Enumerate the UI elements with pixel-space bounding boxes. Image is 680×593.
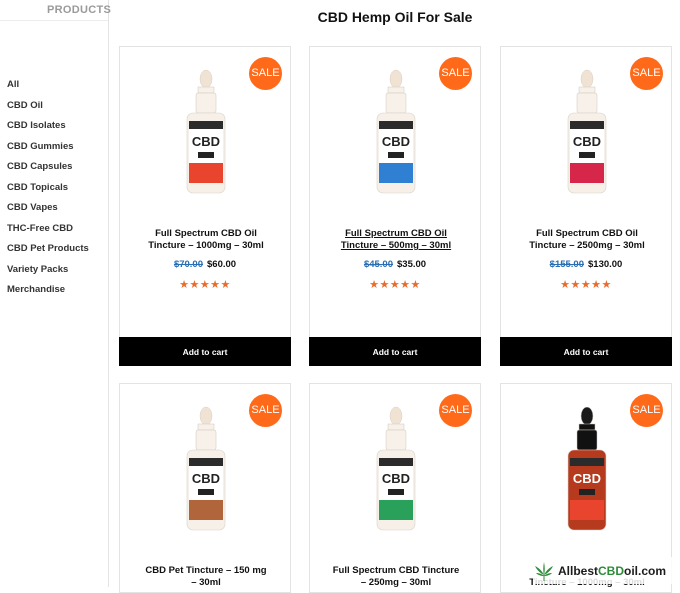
old-price: $45.00 [363, 259, 393, 270]
star-rating: ★★★★★ [369, 279, 421, 291]
bottle-icon: CBD [376, 406, 416, 531]
add-to-cart-button[interactable]: Add to cart [309, 337, 481, 366]
old-price: $70.00 [173, 259, 203, 270]
product-card[interactable]: SALE CBD CBD Pet Tincture – 150 mg – 30m… [119, 383, 291, 593]
category-list: All CBD Oil CBD Isolates CBD Gummies CBD… [7, 79, 89, 305]
category-cbd-vapes[interactable]: CBD Vapes [7, 202, 89, 223]
site-watermark: AllbestCBDoil.com [533, 557, 680, 584]
category-merchandise[interactable]: Merchandise [7, 284, 89, 305]
sidebar-heading: PRODUCTS [47, 4, 112, 16]
product-name[interactable]: Full Spectrum CBD Oil Tincture – 2500mg … [515, 228, 659, 252]
sale-badge: SALE [249, 57, 282, 90]
category-cbd-topicals[interactable]: CBD Topicals [7, 182, 89, 203]
product-card[interactable]: SALE CBD Full Spectrum CBD Tincture – 25… [309, 383, 481, 593]
sale-badge: SALE [439, 57, 472, 90]
product-image[interactable]: CBD [564, 67, 610, 197]
cannabis-leaf-icon [535, 561, 553, 581]
sale-badge: SALE [249, 394, 282, 427]
sale-badge: SALE [630, 57, 663, 90]
sale-price: $130.00 [588, 259, 623, 270]
add-to-cart-button[interactable]: Add to cart [119, 337, 291, 366]
svg-text:CBD: CBD [382, 471, 410, 486]
sidebar-divider [0, 20, 108, 21]
product-name-line2: – 30ml [191, 577, 221, 588]
sale-price: $60.00 [207, 259, 237, 270]
category-sidebar: PRODUCTS All CBD Oil CBD Isolates CBD Gu… [0, 0, 112, 587]
product-card[interactable]: SALE CBD Full Spectrum CBD Oil Tincture … [500, 46, 672, 366]
svg-text:CBD: CBD [573, 471, 601, 486]
watermark-text: AllbestCBDoil.com [558, 563, 667, 578]
product-name-line1: Full Spectrum CBD Oil [345, 228, 447, 239]
star-rating: ★★★★★ [560, 279, 612, 291]
bottle-icon: CBD [186, 406, 226, 531]
product-name[interactable]: Full Spectrum CBD Tincture – 250mg – 30m… [324, 565, 468, 589]
svg-text:CBD: CBD [573, 134, 601, 149]
bottle-icon: CBD [567, 69, 607, 194]
product-image[interactable]: CBD [564, 404, 610, 534]
bottle-icon: CBD [376, 69, 416, 194]
product-name-line2: Tincture – 2500mg – 30ml [529, 240, 645, 251]
product-name-line1: Full Spectrum CBD Oil [155, 228, 257, 239]
product-name-line2: Tincture – 500mg – 30ml [340, 240, 452, 251]
sale-badge: SALE [439, 394, 472, 427]
category-thc-free-cbd[interactable]: THC-Free CBD [7, 223, 89, 244]
category-cbd-isolates[interactable]: CBD Isolates [7, 120, 89, 141]
product-name-line2: Tincture – 1000mg – 30ml [148, 240, 264, 251]
bottle-icon: CBD [186, 69, 226, 194]
add-to-cart-button[interactable]: Add to cart [500, 337, 672, 366]
product-name-line2: – 250mg – 30ml [360, 577, 432, 588]
page-title: CBD Hemp Oil For Sale [317, 9, 473, 25]
category-cbd-pet-products[interactable]: CBD Pet Products [7, 243, 89, 264]
product-name[interactable]: Full Spectrum CBD Oil Tincture – 1000mg … [134, 228, 278, 252]
category-variety-packs[interactable]: Variety Packs [7, 264, 89, 285]
sale-badge: SALE [630, 394, 663, 427]
product-name[interactable]: CBD Pet Tincture – 150 mg – 30ml [134, 565, 278, 589]
product-name-line1: Full Spectrum CBD Tincture [332, 565, 460, 576]
bottle-icon: CBD [567, 406, 607, 531]
product-image[interactable]: CBD [373, 404, 419, 534]
product-name-line1: Full Spectrum CBD Oil [536, 228, 638, 239]
product-name[interactable]: Full Spectrum CBD Oil Tincture – 500mg –… [324, 228, 468, 252]
product-card[interactable]: SALE CBD Full Spectrum CBD Oil Tincture … [119, 46, 291, 366]
category-cbd-gummies[interactable]: CBD Gummies [7, 141, 89, 162]
product-image[interactable]: CBD [183, 404, 229, 534]
product-card[interactable]: SALE CBD Full Spectrum CBD Oil Tincture … [309, 46, 481, 366]
sale-price: $35.00 [397, 259, 427, 270]
svg-text:CBD: CBD [192, 134, 220, 149]
category-all[interactable]: All [7, 79, 89, 100]
category-cbd-oil[interactable]: CBD Oil [7, 100, 89, 121]
svg-text:CBD: CBD [192, 471, 220, 486]
product-image[interactable]: CBD [373, 67, 419, 197]
price: $45.00 $35.00 [310, 259, 480, 270]
category-cbd-capsules[interactable]: CBD Capsules [7, 161, 89, 182]
product-image[interactable]: CBD [183, 67, 229, 197]
svg-text:CBD: CBD [382, 134, 410, 149]
star-rating: ★★★★★ [179, 279, 231, 291]
product-name-line1: CBD Pet Tincture – 150 mg [145, 565, 267, 576]
price: $155.00 $130.00 [501, 259, 671, 270]
old-price: $155.00 [549, 259, 584, 270]
price: $70.00 $60.00 [120, 259, 290, 270]
